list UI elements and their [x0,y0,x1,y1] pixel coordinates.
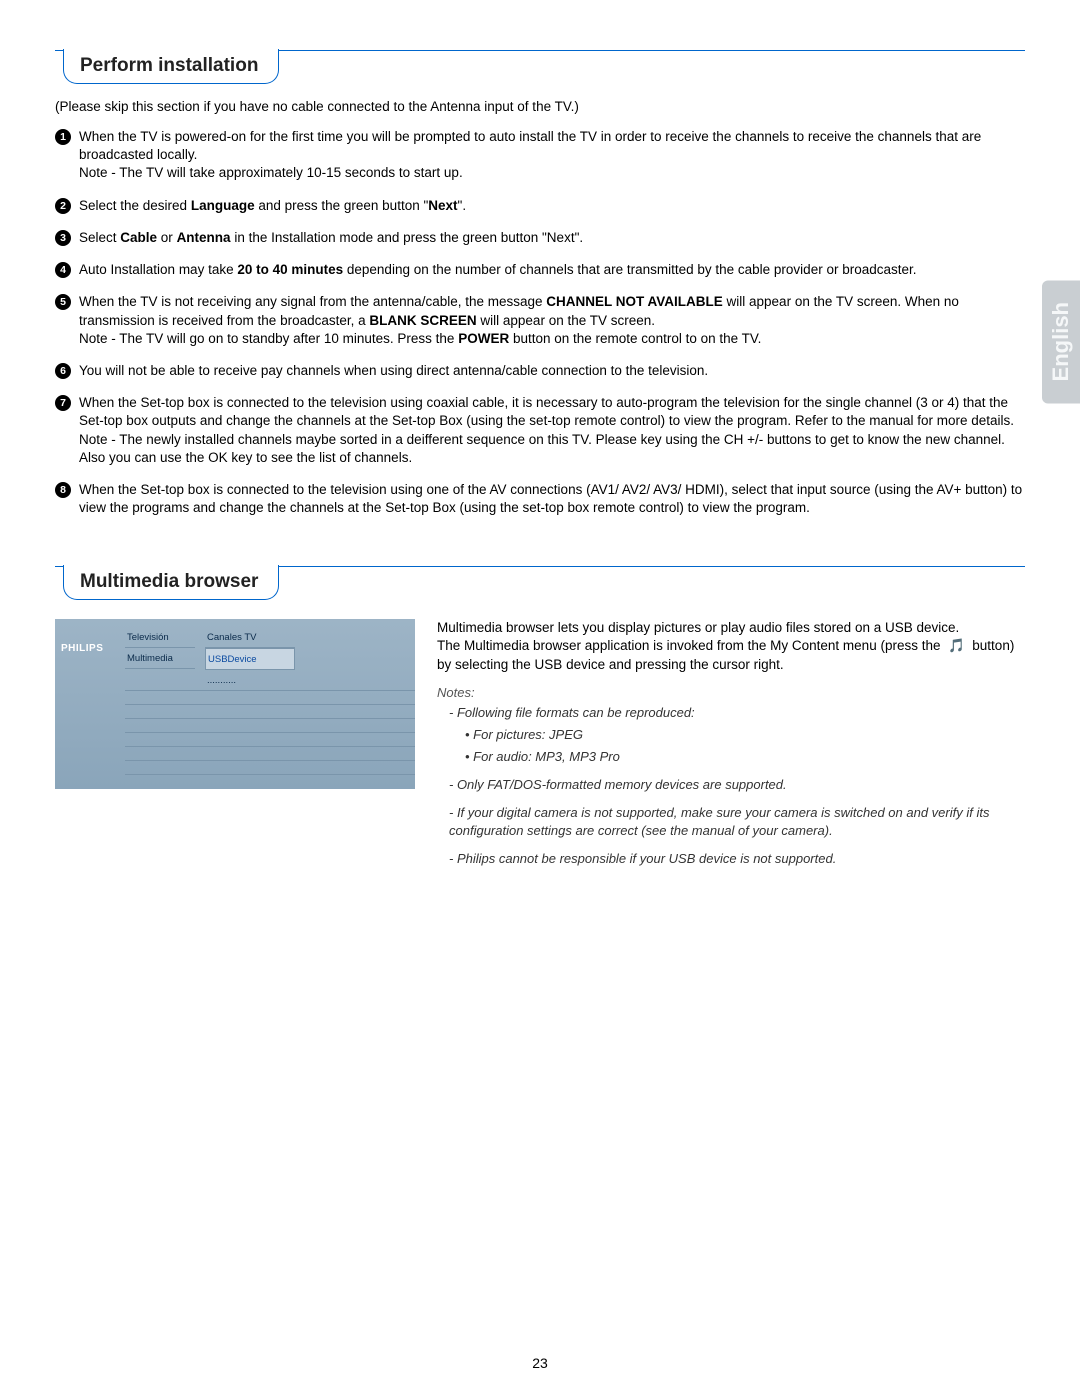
install-steps-list: 1 When the TV is powered-on for the first… [55,128,1025,518]
multimedia-intro: Multimedia browser lets you display pict… [437,619,1025,675]
step-body: You will not be able to receive pay chan… [79,362,1025,380]
manual-page: Perform installation (Please skip this s… [0,0,1080,902]
note-item: - Following file formats can be reproduc… [449,704,1025,722]
menu-col-1: Televisión Multimedia [125,627,195,669]
menu-item-multimedia: Multimedia [125,648,195,669]
menu-item-canales: Canales TV [205,627,295,648]
step-body: When the Set-top box is connected to the… [79,394,1025,467]
menu-item-television: Televisión [125,627,195,648]
tv-ui-screenshot: PHILIPS Televisión Multimedia Canales TV… [55,619,415,789]
step-body: Auto Installation may take 20 to 40 minu… [79,261,1025,279]
multimedia-text: Multimedia browser lets you display pict… [437,619,1025,872]
skip-note: (Please skip this section if you have no… [55,99,1025,114]
section-heading-multimedia: Multimedia browser [63,565,279,600]
step-number-icon: 5 [55,294,71,310]
step-body: Select the desired Language and press th… [79,197,1025,215]
menu-item-usbdevice: USBDevice [205,648,295,670]
page-number: 23 [0,1355,1080,1371]
note-item: - If your digital camera is not supporte… [449,804,1025,840]
multimedia-section: Multimedia browser PHILIPS Televisión Mu… [55,566,1025,872]
menu-empty-rows [125,677,415,775]
step-number-icon: 4 [55,262,71,278]
language-tab: English [1042,280,1080,403]
step-number-icon: 6 [55,363,71,379]
note-item: - Philips cannot be responsible if your … [449,850,1025,868]
philips-logo: PHILIPS [61,643,103,654]
install-step: 6 You will not be able to receive pay cha… [55,362,1025,380]
step-body: When the Set-top box is connected to the… [79,481,1025,517]
step-number-icon: 1 [55,129,71,145]
section-heading-install: Perform installation [63,49,279,84]
install-step: 3 Select Cable or Antenna in the Installa… [55,229,1025,247]
note-item: • For audio: MP3, MP3 Pro [449,748,1025,766]
notes-header: Notes: [437,684,1025,702]
install-step: 5 When the TV is not receiving any signal… [55,293,1025,348]
note-item: • For pictures: JPEG [449,726,1025,744]
install-step: 2 Select the desired Language and press t… [55,197,1025,215]
install-step: 1 When the TV is powered-on for the first… [55,128,1025,183]
install-step: 7 When the Set-top box is connected to th… [55,394,1025,467]
step-number-icon: 7 [55,395,71,411]
note-item: - Only FAT/DOS-formatted memory devices … [449,776,1025,794]
step-body: When the TV is not receiving any signal … [79,293,1025,348]
step-body: When the TV is powered-on for the first … [79,128,1025,183]
step-number-icon: 8 [55,482,71,498]
install-step: 4 Auto Installation may take 20 to 40 min… [55,261,1025,279]
step-body: Select Cable or Antenna in the Installat… [79,229,1025,247]
install-step: 8 When the Set-top box is connected to th… [55,481,1025,517]
step-number-icon: 3 [55,230,71,246]
step-number-icon: 2 [55,198,71,214]
notes-list: - Following file formats can be reproduc… [437,704,1025,868]
